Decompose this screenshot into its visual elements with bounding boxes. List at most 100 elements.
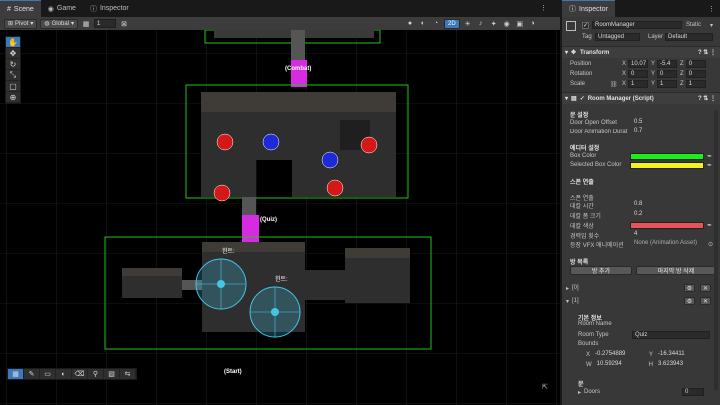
script-enabled-checkbox[interactable]: ✓ [580,95,585,102]
position-x-field[interactable]: 10.07 [628,60,649,68]
move-tool-icon[interactable]: ✥ [6,48,20,59]
tile-pick-icon[interactable]: ◐ [56,369,72,379]
enemy-red-4 [326,179,344,197]
tab-inspector[interactable]: ⓘ Inspector [83,0,136,17]
object-picker-icon[interactable]: ⊙ [708,241,713,248]
room-wall-middle [201,92,396,112]
info-icon: ⓘ [89,5,97,13]
tab-inspector-panel[interactable]: ⓘ Inspector [562,0,615,17]
object-name-field[interactable]: RoomManager [592,21,682,29]
pivot-dropdown[interactable]: ⊞ Pivot ▾ [4,18,38,29]
rotate-tool-icon[interactable]: ↻ [6,59,20,70]
tile-box-icon[interactable]: ▭ [40,369,56,379]
decal-time-field[interactable]: 0.8 [632,201,714,209]
room-list-item-0[interactable]: ▸ [0] [562,283,720,293]
scale-tool-icon[interactable]: ⤡ [6,70,20,81]
tile-zoom-icon[interactable]: ⚲ [88,369,104,379]
layer-dropdown[interactable]: Default [665,33,713,41]
rotation-x-field[interactable]: 0 [628,70,649,78]
corridor-middle [242,197,256,217]
bounds-y-field[interactable]: -16.34411 [656,351,708,359]
component-menu-icon[interactable]: ? ⇅ ⋮ [698,49,716,56]
chevron-down-icon[interactable]: ▾ [710,22,713,29]
transform-header[interactable]: ▾ ✥ Transform ? ⇅ ⋮ [562,46,720,58]
effects-icon[interactable]: ✦ [489,19,499,29]
scene-toolbar: ⊞ Pivot ▾ ◍ Global ▾ ▦ 1 ⊠ ● ◐ ◔ 2D ☀ ♪ ✦ ◉ … [0,17,560,30]
eyedropper-icon[interactable]: ✒ [707,162,712,169]
position-y-field[interactable]: -5.4 [657,60,678,68]
rotation-y-field[interactable]: 0 [657,70,678,78]
door-quiz [242,215,259,242]
scene-viewport[interactable]: (Combat) (Quiz) (Start) 힌트: 힌트: ✋ ✥ ↻ ⤡ … [0,30,560,405]
label-combat: (Combat) [285,66,312,72]
component-menu-icon[interactable]: ? ⇅ ⋮ [698,95,716,102]
inspector-menu-icon[interactable]: ⋮ [708,5,715,13]
enemy-blue-2 [321,151,339,169]
decal-color-swatch[interactable] [630,221,704,229]
room-type-dropdown[interactable]: Quiz [632,331,710,339]
delete-last-room-button[interactable]: 마지막 방 삭제 [636,266,716,275]
tabbar-menu-icon[interactable]: ⋮ [540,4,547,12]
shading-icon[interactable]: ◐ [418,19,428,29]
eyedropper-icon[interactable]: ✒ [707,153,712,160]
tab-scene[interactable]: # Scene [0,0,41,17]
tag-dropdown[interactable]: Untagged [595,33,640,41]
lighting-icon[interactable]: ☀ [463,19,473,29]
room-floor-middle-right [292,152,396,197]
script-header[interactable]: ▾ ▤ ✓ Room Manager (Script) ? ⇅ ⋮ [562,92,720,104]
scale-x-field[interactable]: 1 [628,80,649,88]
scene-canvas [0,30,560,405]
camera-icon[interactable]: ▣ [515,19,525,29]
snap-increment-icon[interactable]: ⊠ [119,19,129,29]
scene-scroll-arrow-icon[interactable]: ⇱ [542,383,548,391]
decal-size-field[interactable]: 0.2 [632,211,714,219]
gizmos-icon[interactable]: ◑ [528,19,538,29]
room-1-settings-icon[interactable]: ⚙ [684,297,695,305]
tab-game[interactable]: ◉ Game [41,0,83,17]
rotation-z-field[interactable]: 0 [685,70,706,78]
doors-row[interactable]: ▸ Doors 0 [562,387,720,397]
door-open-offset-field[interactable]: 0.5 [632,119,714,127]
tile-erase-icon[interactable]: ⌫ [72,369,88,379]
hand-tool-icon[interactable]: ✋ [6,37,20,48]
bounds-h-field[interactable]: 3.623943 [656,361,708,369]
add-room-button[interactable]: 방 추가 [570,266,632,275]
box-color-swatch[interactable] [630,152,704,160]
transform-tool-icon[interactable]: ⊕ [6,92,20,103]
snap-value-field[interactable]: 1 [94,19,116,28]
draw-mode-icon[interactable]: ◔ [431,19,441,29]
scale-z-field[interactable]: 1 [685,80,706,88]
scale-link-icon[interactable]: ⛓ [610,81,620,88]
doors-count-field[interactable]: 0 [682,388,705,396]
scene-view: ⊞ Pivot ▾ ◍ Global ▾ ▦ 1 ⊠ ● ◐ ◔ 2D ☀ ♪ ✦ ◉ … [0,17,560,405]
door-combat [291,60,307,87]
grid-snap-icon[interactable]: ▦ [81,19,91,29]
rect-tool-icon[interactable]: ▢ [6,81,20,92]
global-dropdown[interactable]: ◍ Global ▾ [40,18,78,29]
room-0-remove-icon[interactable]: ✕ [700,284,711,292]
vfx-field[interactable]: None (Animation Asset) [632,240,708,248]
eyedropper-icon[interactable]: ✒ [707,222,712,229]
audio-icon[interactable]: ♪ [476,19,486,29]
bounds-x-field[interactable]: -0.2754889 [593,351,645,359]
room-wall-bottom-left [122,268,182,276]
warning-count-field[interactable]: 4 [632,231,714,239]
2d-toggle[interactable]: 2D [444,18,460,29]
inspector-scrollbar[interactable] [714,110,718,390]
tile-flip-icon[interactable]: ⇆ [120,369,136,379]
room-1-remove-icon[interactable]: ✕ [700,297,711,305]
selected-box-color-swatch[interactable] [630,161,704,169]
tile-paint-icon[interactable]: ✎ [24,369,40,379]
render-mode-icon[interactable]: ● [405,19,415,29]
grid-toggle-icon[interactable]: ▦ [8,369,24,379]
scale-y-field[interactable]: 1 [657,80,678,88]
bounds-w-field[interactable]: 10.59294 [595,361,645,369]
active-checkbox[interactable]: ✓ [582,22,589,29]
tile-fill-icon[interactable]: ▧ [104,369,120,379]
room-floor-middle-bridge [256,152,292,160]
room-0-settings-icon[interactable]: ⚙ [684,284,695,292]
room-list-item-1[interactable]: ▾ [1] [562,296,720,306]
visibility-icon[interactable]: ◉ [502,19,512,29]
door-animation-field[interactable]: 0.7 [632,128,714,136]
position-z-field[interactable]: 0 [685,60,706,68]
